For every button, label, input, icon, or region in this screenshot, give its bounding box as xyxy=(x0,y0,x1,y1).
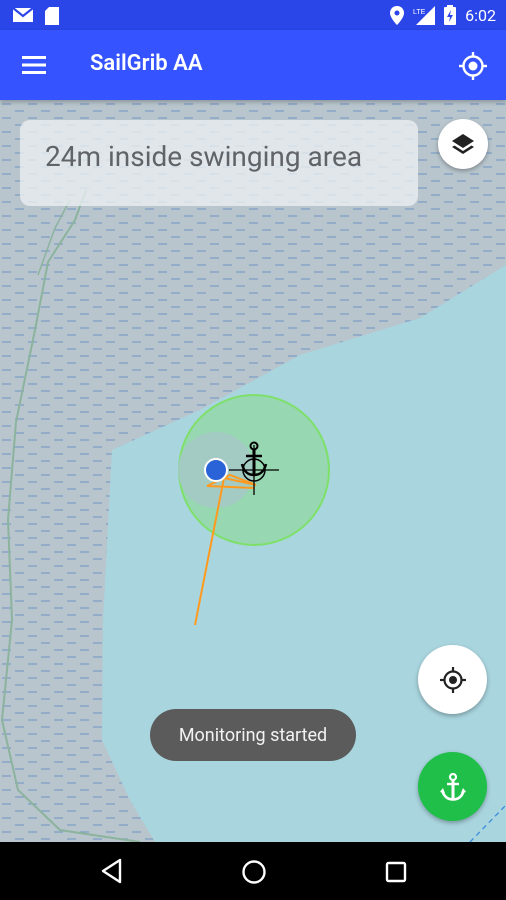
toast-message: Monitoring started xyxy=(150,709,356,761)
toast-text: Monitoring started xyxy=(178,724,328,746)
system-nav-bar xyxy=(0,842,506,900)
app-title: SailGrib AA xyxy=(90,51,203,76)
gps-fixed-icon[interactable] xyxy=(458,51,488,81)
layers-button[interactable] xyxy=(438,119,488,169)
alarm-status-box: 24m inside swinging area xyxy=(20,120,418,206)
home-circle-icon[interactable] xyxy=(241,859,267,885)
clock: 6:02 xyxy=(465,5,496,25)
recenter-button[interactable] xyxy=(418,645,487,714)
svg-text:LTE: LTE xyxy=(413,9,426,16)
lte-signal-icon: LTE xyxy=(413,5,436,25)
alarm-message: 24m inside swinging area xyxy=(45,140,363,173)
my-location-icon xyxy=(439,666,466,693)
location-icon xyxy=(390,5,405,25)
back-triangle-icon[interactable] xyxy=(100,858,124,884)
sd-card-icon xyxy=(45,7,59,25)
gmail-icon xyxy=(12,7,34,22)
app-bar: SailGrib AA xyxy=(0,30,506,100)
hamburger-menu-icon[interactable] xyxy=(22,53,48,77)
anchor-icon xyxy=(439,772,466,801)
map-view[interactable]: 24m inside swinging area Monitoring star… xyxy=(0,100,506,842)
battery-icon xyxy=(444,5,457,25)
layers-icon xyxy=(452,134,474,154)
recent-apps-square-icon[interactable] xyxy=(385,861,407,883)
status-bar: LTE 6:02 xyxy=(0,0,506,30)
boat-position xyxy=(204,458,228,482)
anchor-fab[interactable] xyxy=(418,752,487,821)
